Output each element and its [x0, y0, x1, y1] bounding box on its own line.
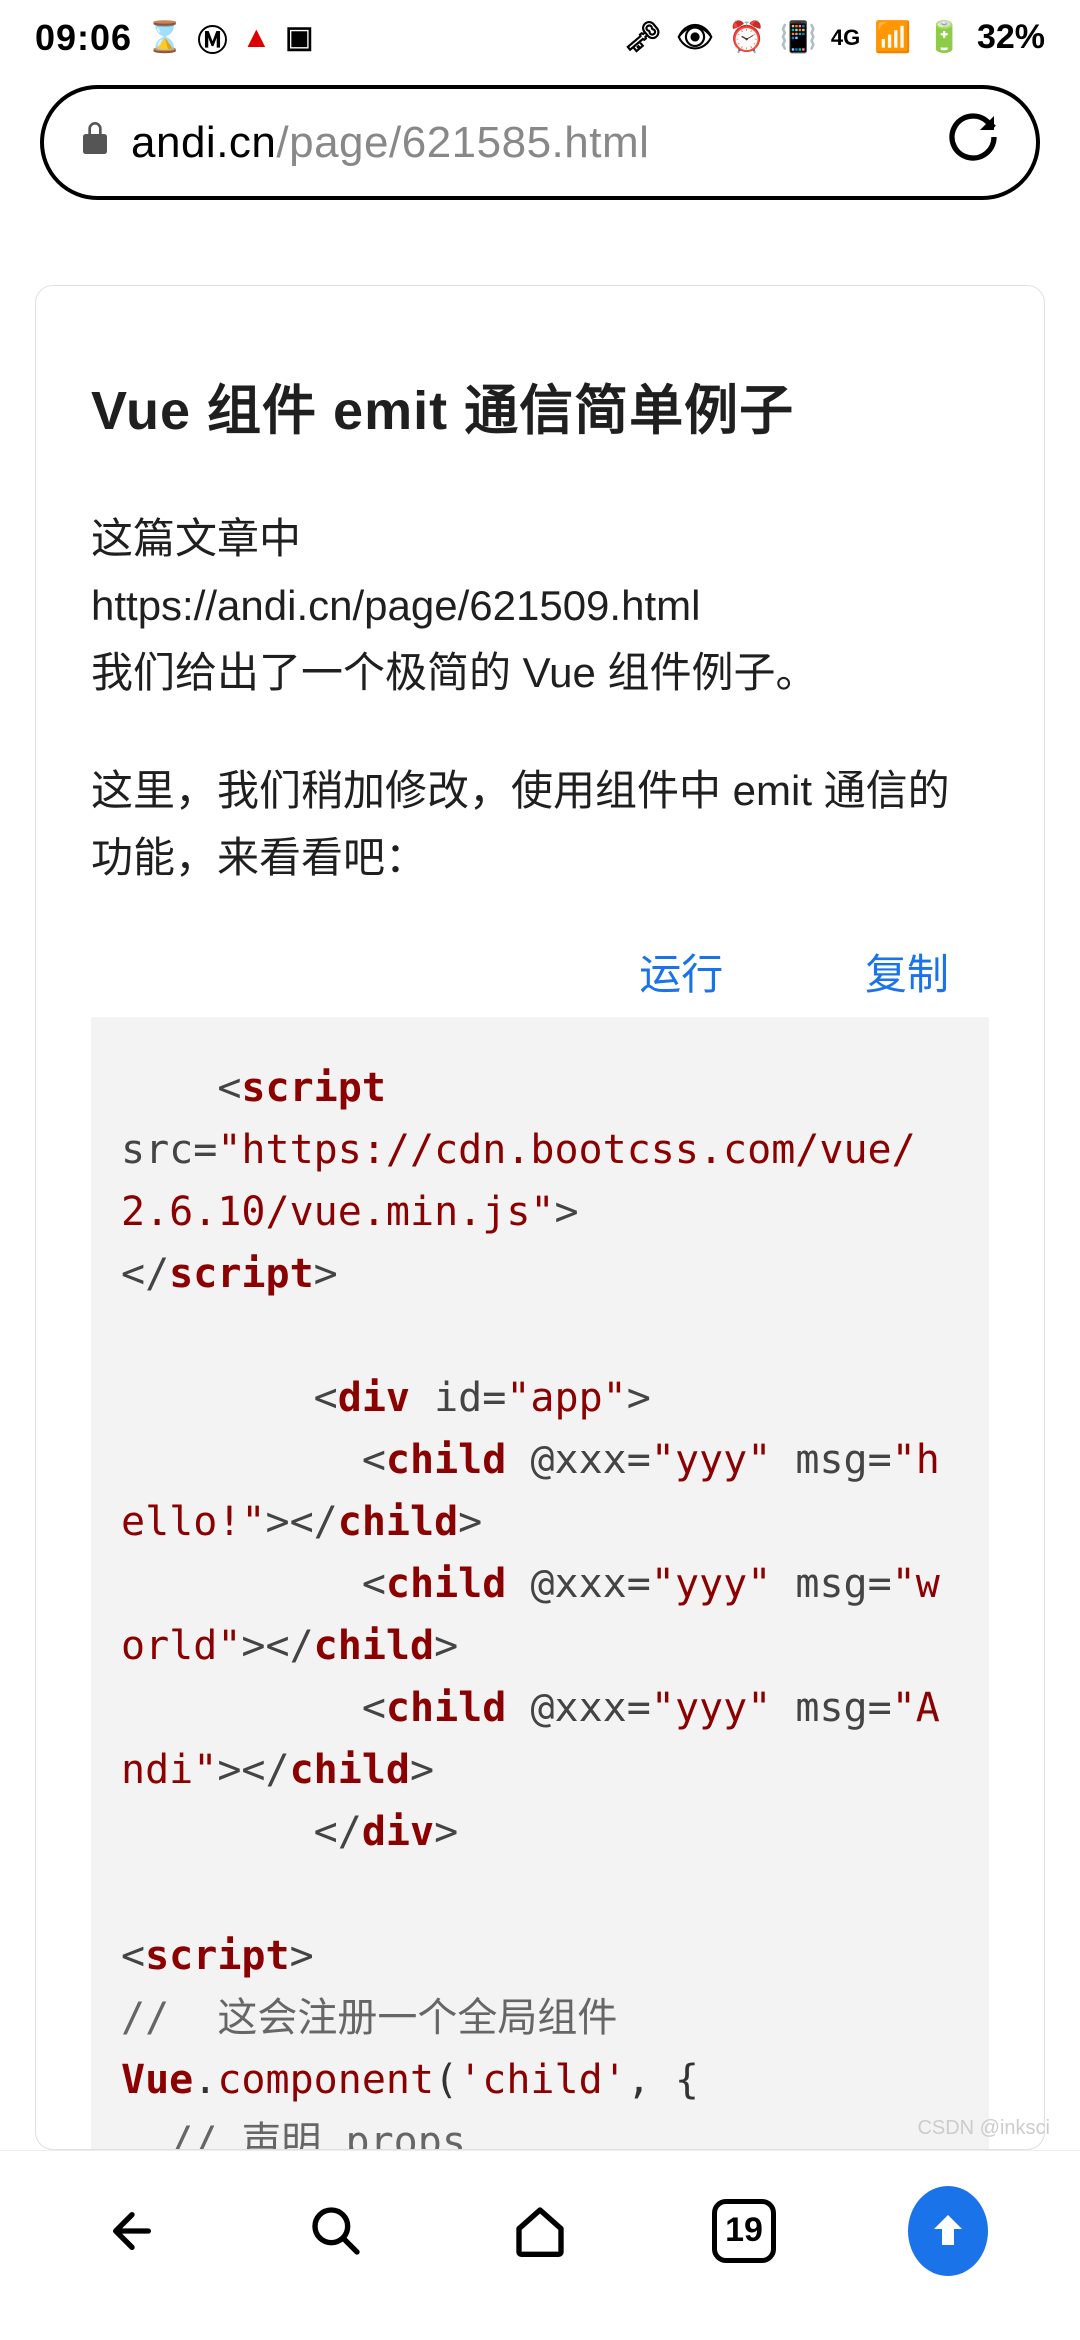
search-button[interactable]	[296, 2191, 376, 2271]
alarm-icon: ⏰	[728, 20, 765, 55]
copy-button[interactable]: 复制	[865, 951, 949, 998]
code-yyy2: "yyy"	[651, 1561, 771, 1607]
home-button[interactable]	[500, 2191, 580, 2271]
tabs-button[interactable]: 19	[704, 2191, 784, 2271]
para1-line1: 这篇文章中	[91, 515, 301, 562]
status-left: 09:06 ⌛ Ⓜ ▲ ▣	[35, 16, 314, 60]
page-title: Vue 组件 emit 通信简单例子	[91, 366, 989, 445]
code-attr-xxx1: @xxx=	[530, 1437, 650, 1483]
code-component: component	[217, 2057, 434, 2103]
tab-count: 19	[712, 2199, 776, 2263]
triangle-icon: ▲	[241, 21, 271, 55]
watermark: CSDN @inksci	[917, 2117, 1050, 2140]
vibrate-icon: 📳	[780, 20, 817, 55]
code-tag-script-close: script	[169, 1251, 314, 1297]
code-tag-script2: script	[145, 1933, 290, 1979]
m-circle-icon: Ⓜ	[197, 16, 227, 60]
url-bar-container: andi.cn/page/621585.html	[0, 75, 1080, 230]
code-actions: 运行 复制	[91, 941, 989, 1017]
code-attr-msg1: msg=	[795, 1437, 891, 1483]
code-id-value: "app"	[506, 1375, 626, 1421]
code-tag-script: script	[241, 1065, 386, 1111]
code-attr-xxx3: @xxx=	[530, 1685, 650, 1731]
status-time: 09:06	[35, 17, 132, 59]
code-tag-child3c: child	[290, 1747, 410, 1793]
lock-icon	[79, 119, 111, 166]
code-comment2: // 声明 props	[169, 2119, 466, 2150]
content-area[interactable]: Vue 组件 emit 通信简单例子 这篇文章中 https://andi.cn…	[0, 230, 1080, 2150]
network-label: 4G	[831, 25, 860, 51]
paragraph-2: 这里，我们稍加修改，使用组件中 emit 通信的功能，来看看吧：	[91, 757, 989, 891]
back-button[interactable]	[92, 2191, 172, 2271]
code-tag-child1: child	[386, 1437, 506, 1483]
code-attr-xxx2: @xxx=	[530, 1561, 650, 1607]
code-tag-child1c: child	[338, 1499, 458, 1545]
para1-line3: 我们给出了一个极简的 Vue 组件例子。	[91, 649, 818, 696]
code-attr-src: src=	[121, 1127, 217, 1173]
reload-icon[interactable]	[945, 109, 1001, 177]
eye-icon: 👁	[676, 20, 714, 55]
upload-icon	[908, 2186, 988, 2276]
para1-link: https://andi.cn/page/621509.html	[91, 582, 700, 629]
code-dot: .	[193, 2057, 217, 2103]
status-bar: 09:06 ⌛ Ⓜ ▲ ▣ 🗝 👁 ⏰ 📳 4G 📶 🔋 32%	[0, 0, 1080, 75]
code-tag-child2c: child	[314, 1623, 434, 1669]
url-bar[interactable]: andi.cn/page/621585.html	[40, 85, 1040, 200]
code-attr-msg3: msg=	[795, 1685, 891, 1731]
code-block[interactable]: <script src="https://cdn.bootcss.com/vue…	[91, 1017, 989, 2150]
article-card: Vue 组件 emit 通信简单例子 这篇文章中 https://andi.cn…	[35, 285, 1045, 2150]
url-text[interactable]: andi.cn/page/621585.html	[131, 118, 925, 168]
terminal-icon: ▣	[285, 20, 313, 55]
code-tag-child2: child	[386, 1561, 506, 1607]
code-tag-div: div	[338, 1375, 410, 1421]
upload-fab[interactable]	[908, 2191, 988, 2271]
code-attr-msg2: msg=	[795, 1561, 891, 1607]
paragraph-1: 这篇文章中 https://andi.cn/page/621509.html 我…	[91, 505, 989, 707]
url-path: /page/621585.html	[276, 118, 649, 167]
code-attr-id: id=	[434, 1375, 506, 1421]
code-src-value: "https://cdn.bootcss.com/vue/2.6.10/vue.…	[121, 1127, 916, 1235]
battery-percent: 32%	[977, 18, 1045, 57]
code-comment1: // 这会注册一个全局组件	[121, 1995, 617, 2041]
code-yyy3: "yyy"	[651, 1685, 771, 1731]
code-vue: Vue	[121, 2057, 193, 2103]
code-tag-child3: child	[386, 1685, 506, 1731]
signal-icon: 📶	[874, 20, 911, 55]
code-child-lit: 'child'	[458, 2057, 627, 2103]
battery-icon: 🔋	[926, 20, 963, 55]
url-host: andi.cn	[131, 118, 276, 167]
key-icon: 🗝	[624, 20, 662, 55]
bottom-nav: 19	[0, 2150, 1080, 2340]
hourglass-icon: ⌛	[146, 20, 183, 55]
run-button[interactable]: 运行	[639, 951, 723, 998]
status-right: 🗝 👁 ⏰ 📳 4G 📶 🔋 32%	[624, 18, 1045, 57]
code-yyy1: "yyy"	[651, 1437, 771, 1483]
code-tag-div-close: div	[362, 1809, 434, 1855]
